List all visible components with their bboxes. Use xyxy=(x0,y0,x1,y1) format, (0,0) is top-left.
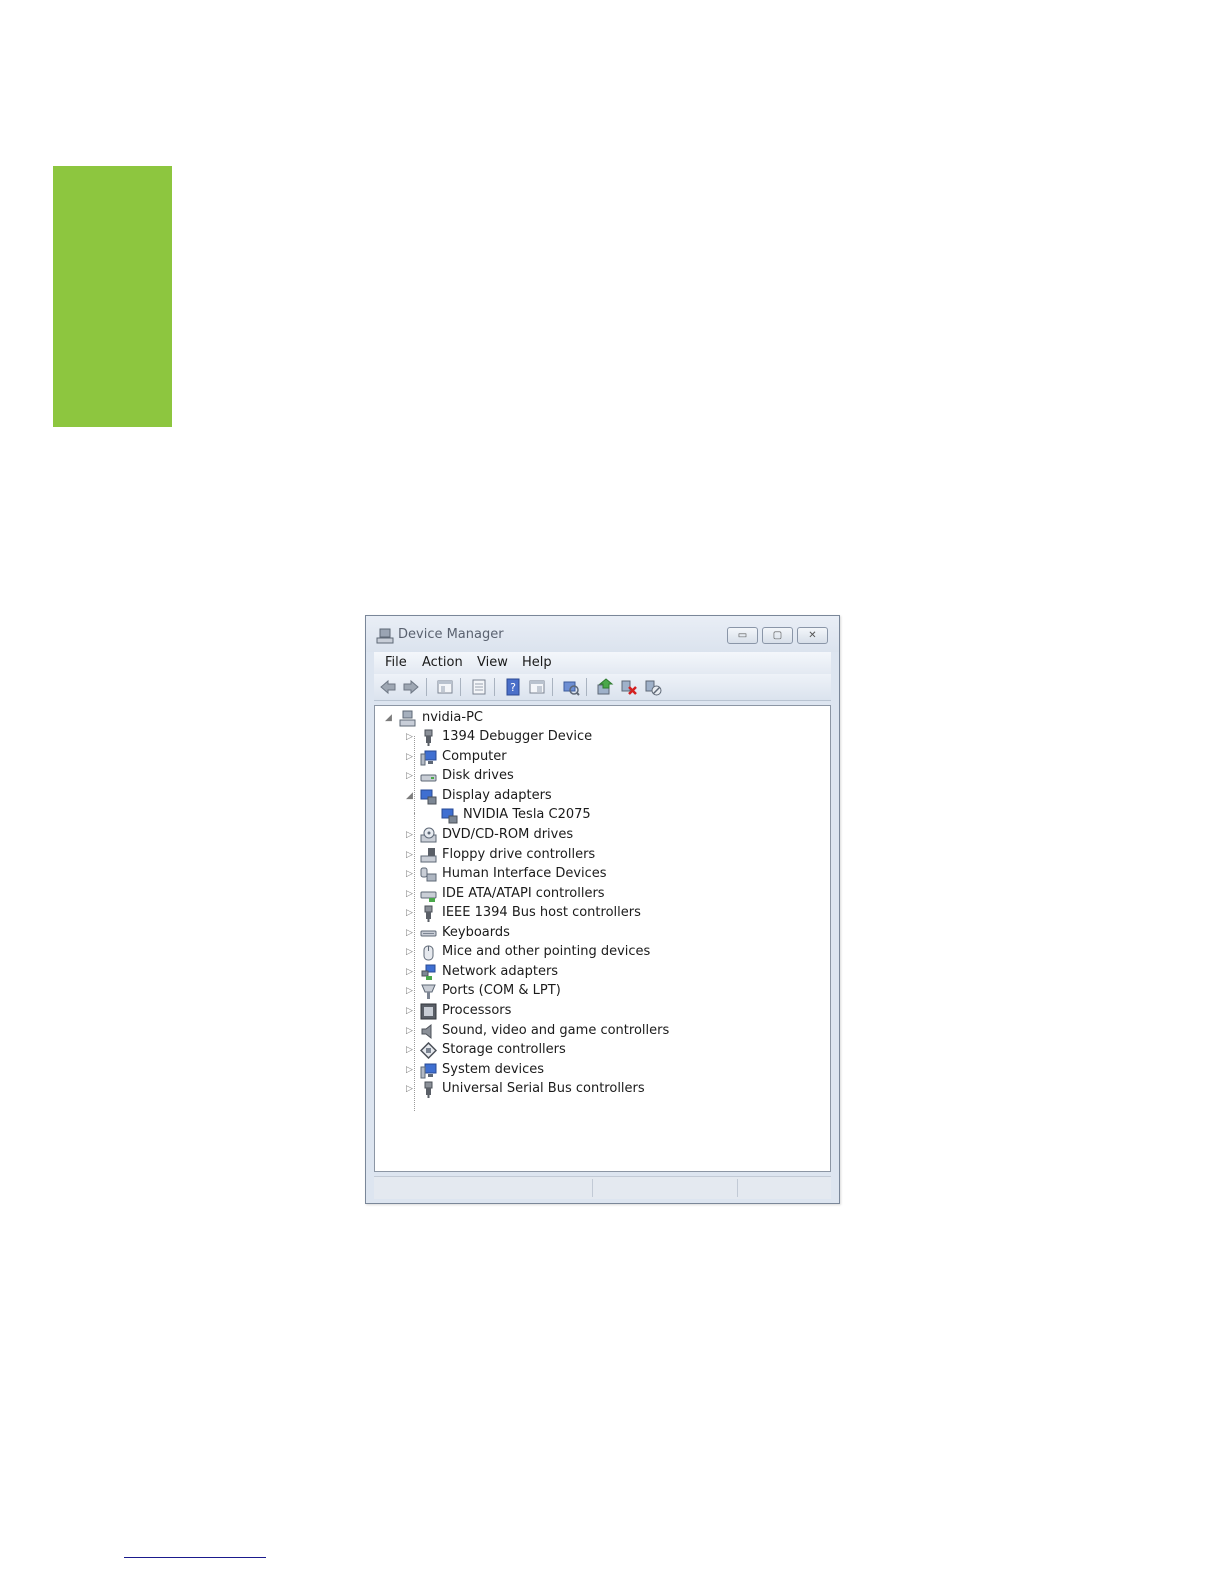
expand-arrow-icon[interactable]: ▷ xyxy=(406,888,416,900)
expand-arrow-icon[interactable]: ▷ xyxy=(406,985,416,997)
dvd-drive-icon xyxy=(420,827,437,843)
tree-item-label: Computer xyxy=(442,749,507,764)
tree-item-label: DVD/CD-ROM drives xyxy=(442,827,574,842)
device-manager-window: Device Manager ▭ ▢ ✕ File Action View He… xyxy=(365,615,840,1204)
expand-arrow-icon[interactable]: ▷ xyxy=(406,849,416,861)
expand-arrow-icon[interactable]: ▷ xyxy=(406,731,416,743)
window-title: Device Manager xyxy=(398,627,504,642)
collapse-arrow-icon[interactable]: ◢ xyxy=(406,790,416,802)
device-tree[interactable]: ◢ nvidia-PC ▷ 1394 Debugger Device ▷ Com… xyxy=(374,705,831,1172)
expand-arrow-icon[interactable]: ▷ xyxy=(406,751,416,763)
expand-arrow-icon[interactable]: ▷ xyxy=(406,770,416,782)
show-hide-console-tree-icon[interactable] xyxy=(436,678,454,696)
computer-icon xyxy=(420,750,437,766)
svg-text:?: ? xyxy=(510,681,516,694)
tree-item-label: IEEE 1394 Bus host controllers xyxy=(442,905,641,920)
tree-item-label: Sound, video and game controllers xyxy=(442,1023,670,1038)
scan-hardware-icon[interactable] xyxy=(562,678,580,696)
tree-item-label: System devices xyxy=(442,1062,545,1077)
port-icon xyxy=(421,984,436,999)
disk-drive-icon xyxy=(420,774,437,782)
mouse-icon xyxy=(423,945,434,961)
tree-item-label: Storage controllers xyxy=(442,1042,566,1057)
display-adapter-icon xyxy=(441,808,458,824)
status-panel xyxy=(374,1179,593,1197)
footnote-rule xyxy=(124,1557,266,1558)
expand-arrow-icon[interactable]: ▷ xyxy=(406,1005,416,1017)
computer-icon xyxy=(420,1063,437,1079)
display-adapter-icon xyxy=(420,789,437,805)
toolbar: ? xyxy=(374,674,831,701)
forward-icon[interactable] xyxy=(402,678,420,696)
expand-arrow-icon[interactable]: ▷ xyxy=(406,946,416,958)
expand-arrow-icon[interactable]: ▷ xyxy=(406,966,416,978)
tree-child-label: NVIDIA Tesla C2075 xyxy=(463,807,591,822)
tree-item-label: Network adapters xyxy=(442,964,559,979)
menu-file[interactable]: File xyxy=(385,655,407,670)
usb-plug-icon xyxy=(424,729,433,746)
tree-item-label: Human Interface Devices xyxy=(442,866,607,881)
floppy-icon xyxy=(420,848,437,863)
tree-item-label: Processors xyxy=(442,1003,512,1018)
expand-arrow-icon[interactable]: ▷ xyxy=(406,907,416,919)
expand-arrow-icon[interactable]: ▷ xyxy=(406,1083,416,1095)
properties-icon[interactable] xyxy=(470,678,488,696)
uninstall-icon[interactable] xyxy=(620,678,638,696)
usb-plug-icon xyxy=(424,905,433,922)
usb-plug-icon xyxy=(424,1081,433,1098)
tree-item-label: Floppy drive controllers xyxy=(442,847,596,862)
device-manager-icon xyxy=(376,628,394,644)
menu-view[interactable]: View xyxy=(477,655,508,670)
help-icon[interactable]: ? xyxy=(504,678,522,696)
expand-arrow-icon[interactable]: ▷ xyxy=(406,1064,416,1076)
expand-arrow-icon[interactable]: ▷ xyxy=(406,927,416,939)
status-bar xyxy=(374,1176,831,1199)
speaker-icon xyxy=(421,1023,432,1040)
green-side-tab xyxy=(53,166,172,427)
computer-root-icon xyxy=(399,710,416,727)
maximize-button[interactable]: ▢ xyxy=(762,627,793,644)
tree-item-label: Disk drives xyxy=(442,768,514,783)
menu-action[interactable]: Action xyxy=(422,655,463,670)
tree-item-label: Mice and other pointing devices xyxy=(442,944,651,959)
status-panel xyxy=(592,1179,738,1197)
keyboard-icon xyxy=(420,930,437,937)
disable-icon[interactable] xyxy=(644,678,662,696)
tree-item-label: Ports (COM & LPT) xyxy=(442,983,561,998)
storage-icon xyxy=(420,1042,437,1059)
back-icon[interactable] xyxy=(379,678,397,696)
tree-item-label: 1394 Debugger Device xyxy=(442,729,593,744)
processor-icon xyxy=(420,1003,437,1020)
expand-arrow-icon[interactable]: ▷ xyxy=(406,1025,416,1037)
expand-arrow-icon[interactable]: ▷ xyxy=(406,868,416,880)
view-icon[interactable] xyxy=(528,678,546,696)
expand-arrow-icon[interactable]: ▷ xyxy=(406,829,416,841)
minimize-button[interactable]: ▭ xyxy=(727,627,758,644)
menu-help[interactable]: Help xyxy=(522,655,552,670)
root-label: nvidia-PC xyxy=(422,710,483,725)
close-button[interactable]: ✕ xyxy=(797,627,828,644)
menu-bar: File Action View Help xyxy=(374,652,831,674)
ide-icon xyxy=(420,891,437,902)
title-bar[interactable]: Device Manager ▭ ▢ ✕ xyxy=(366,616,839,652)
network-icon xyxy=(421,964,436,980)
tree-item-label: Display adapters xyxy=(442,788,552,803)
collapse-arrow-icon[interactable]: ◢ xyxy=(385,712,395,724)
tree-item-label: IDE ATA/ATAPI controllers xyxy=(442,886,605,901)
tree-item-label: Universal Serial Bus controllers xyxy=(442,1081,645,1096)
hid-icon xyxy=(420,867,437,882)
update-driver-icon[interactable] xyxy=(596,678,614,696)
tree-item-label: Keyboards xyxy=(442,925,510,940)
expand-arrow-icon[interactable]: ▷ xyxy=(406,1044,416,1056)
